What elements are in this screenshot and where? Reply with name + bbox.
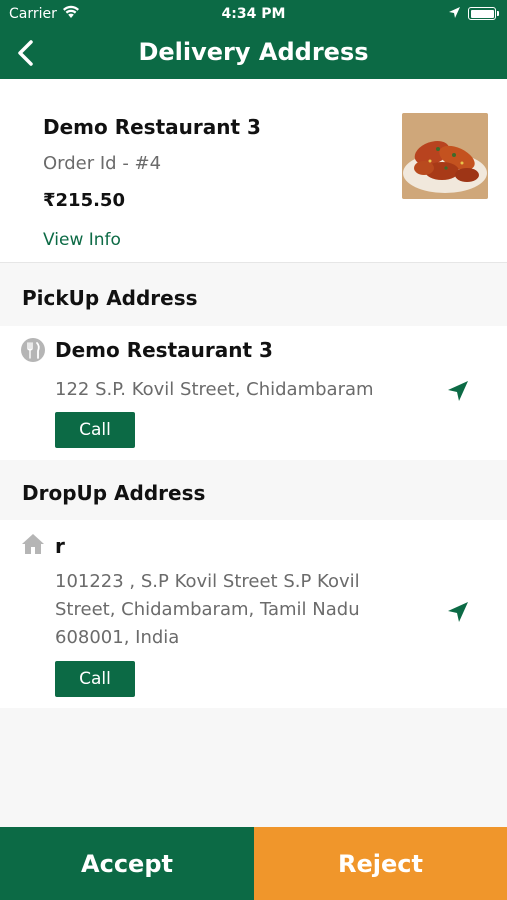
location-arrow-icon: [448, 6, 461, 23]
pickup-navigate-icon[interactable]: [446, 379, 470, 403]
restaurant-icon: [20, 337, 46, 363]
dropoff-navigate-icon[interactable]: [446, 600, 470, 624]
order-price: ₹215.50: [43, 190, 125, 211]
battery-icon: [468, 7, 499, 20]
pickup-address-text: 122 S.P. Kovil Street, Chidambaram: [55, 379, 374, 400]
order-summary-card: Demo Restaurant 3 Order Id - #4 ₹215.50 …: [0, 79, 507, 263]
dropoff-address-card: r 101223 , S.P Kovil Street S.P Kovil St…: [0, 520, 507, 708]
status-bar: Carrier 4:34 PM: [0, 0, 507, 28]
dropoff-call-button[interactable]: Call: [55, 661, 135, 697]
pickup-address-card: Demo Restaurant 3 122 S.P. Kovil Street,…: [0, 326, 507, 460]
accept-button[interactable]: Accept: [0, 827, 254, 900]
clock-time: 4:34 PM: [221, 6, 286, 22]
dropoff-address-text: 101223 , S.P Kovil Street S.P Kovil Stre…: [55, 571, 360, 648]
action-bar: Accept Reject: [0, 827, 507, 900]
pickup-address-heading: PickUp Address: [22, 286, 198, 310]
dropoff-name: r: [55, 534, 65, 558]
dropoff-address-heading: DropUp Address: [22, 481, 206, 505]
food-image: [402, 113, 488, 199]
reject-button[interactable]: Reject: [254, 827, 507, 900]
view-info-link[interactable]: View Info: [43, 230, 121, 250]
pickup-name: Demo Restaurant 3: [55, 338, 273, 362]
page-title: Delivery Address: [138, 38, 369, 66]
pickup-call-button[interactable]: Call: [55, 412, 135, 448]
navigation-bar: Carrier 4:34 PM Delivery Address: [0, 0, 507, 79]
home-icon: [20, 531, 46, 557]
order-id: Order Id - #4: [43, 153, 162, 174]
restaurant-name: Demo Restaurant 3: [43, 115, 261, 139]
